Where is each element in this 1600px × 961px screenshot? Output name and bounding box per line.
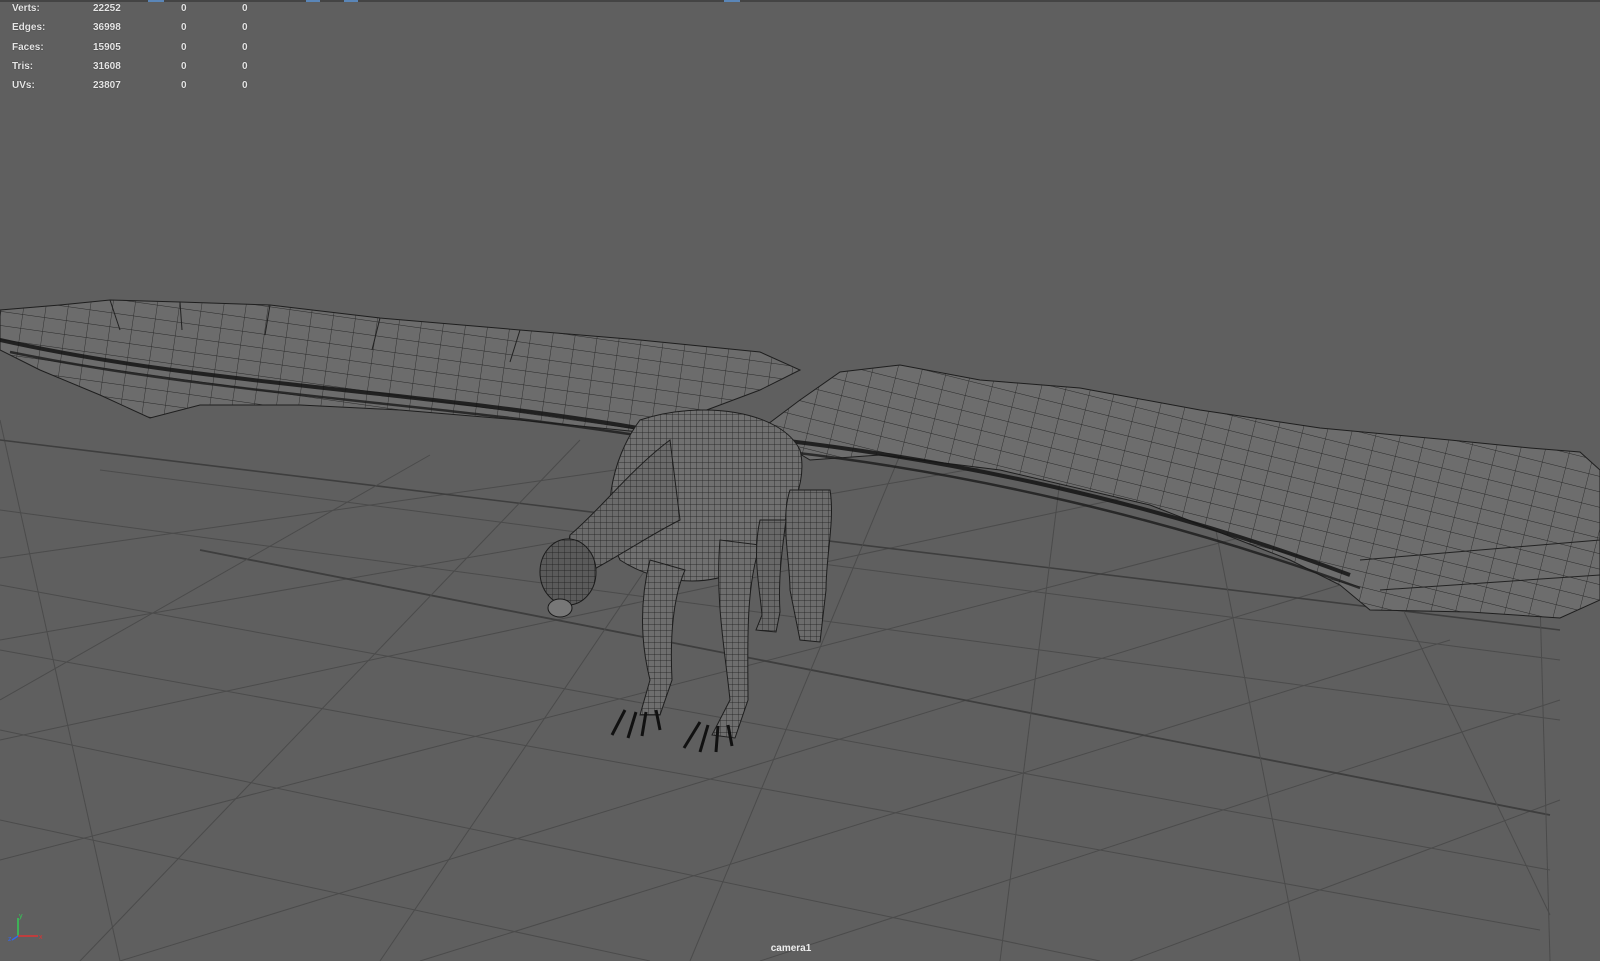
hud-label: Verts:: [12, 3, 40, 14]
hud-label: Faces:: [12, 41, 44, 53]
hud-row-edges: Edges: 36998 0 0: [12, 22, 272, 41]
hud-value-total: 36998: [93, 22, 121, 34]
axis-z-label: z: [8, 936, 12, 942]
hud-value-total: 31608: [93, 60, 121, 72]
view-axis-icon: y x z: [8, 913, 43, 942]
hud-label: UVs:: [12, 80, 35, 92]
hud-row-verts: Verts: 22252 0 0: [12, 3, 272, 22]
3d-viewport[interactable]: Verts: 22252 0 0 Edges: 36998 0 0 Faces:…: [0, 0, 1600, 961]
hud-value-other: 0: [242, 80, 248, 92]
hud-value-total: 22252: [93, 3, 121, 14]
hud-value-other: 0: [242, 41, 248, 53]
hud-label: Tris:: [12, 60, 34, 72]
scene-canvas[interactable]: [0, 0, 1600, 961]
hud-value-selected: 0: [181, 22, 187, 34]
poly-count-hud: Verts: 22252 0 0 Edges: 36998 0 0 Faces:…: [12, 3, 272, 99]
axis-x-label: x: [39, 934, 43, 941]
hud-value-other: 0: [242, 60, 248, 72]
camera-name-label: camera1: [770, 943, 812, 954]
axis-y-label: y: [19, 913, 23, 920]
hud-value-other: 0: [242, 22, 248, 34]
hud-row-uvs: UVs: 23807 0 0: [12, 80, 272, 99]
hud-value-other: 0: [242, 3, 248, 14]
hud-value-selected: 0: [181, 80, 187, 92]
hud-row-tris: Tris: 31608 0 0: [12, 61, 272, 80]
hud-label: Edges:: [12, 22, 46, 34]
hud-value-selected: 0: [181, 3, 187, 14]
hud-value-selected: 0: [181, 41, 187, 53]
hud-row-faces: Faces: 15905 0 0: [12, 42, 272, 61]
hud-value-total: 23807: [93, 80, 121, 92]
hud-value-total: 15905: [93, 41, 121, 53]
hud-value-selected: 0: [181, 60, 187, 72]
right-wing-mesh: [759, 364, 1600, 619]
head-mesh: [539, 538, 597, 618]
